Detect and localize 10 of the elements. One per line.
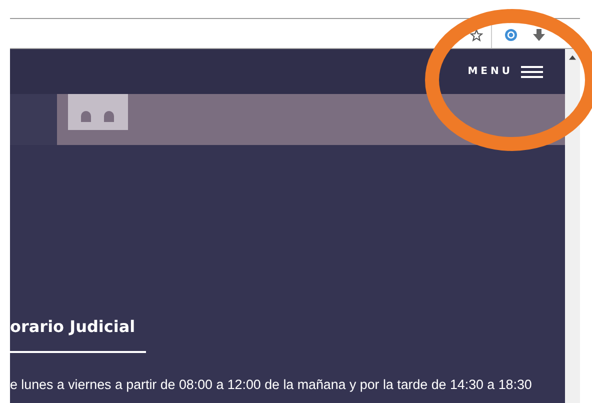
menu-button[interactable]: MENU xyxy=(468,66,543,78)
section-heading: orario Judicial xyxy=(10,317,136,337)
logo-icon xyxy=(68,94,128,130)
extension-icon[interactable] xyxy=(504,28,518,42)
download-icon[interactable] xyxy=(532,28,546,42)
menu-icon xyxy=(521,66,543,78)
scrollbar[interactable] xyxy=(565,49,580,403)
scroll-up-icon[interactable] xyxy=(569,55,576,60)
star-icon[interactable] xyxy=(470,28,483,42)
schedule-text: e lunes a viernes a partir de 08:00 a 12:00 de la mañana y por la tarde de 14:30 a 18:30 xyxy=(10,377,533,392)
